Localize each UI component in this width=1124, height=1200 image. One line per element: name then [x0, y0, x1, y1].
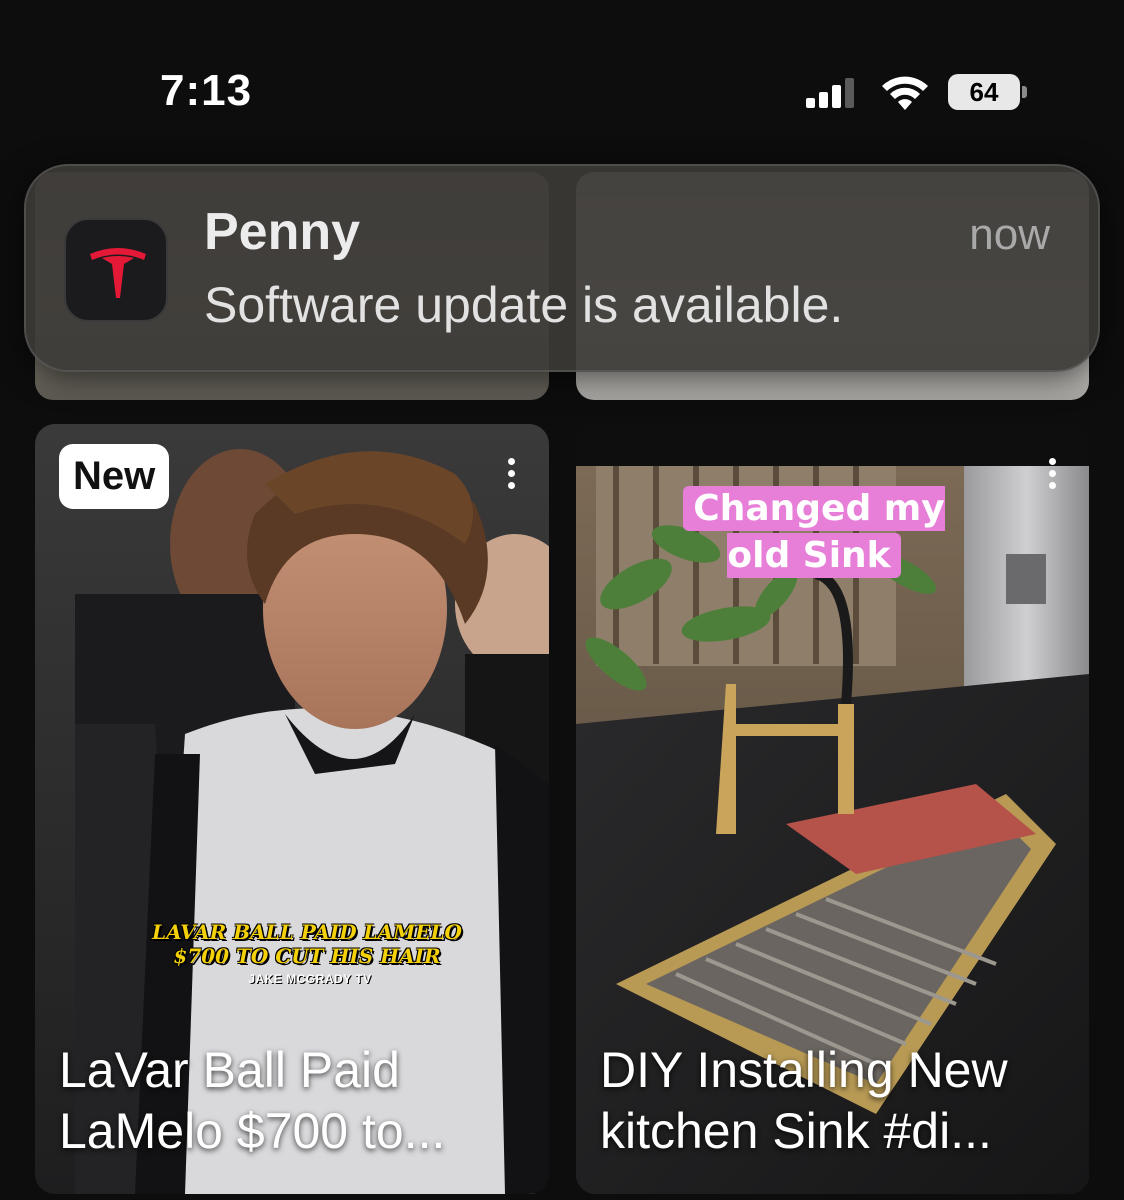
video-overlay-headline: LAVAR BALL PAID LAMELO $700 TO CUT HIS H…: [147, 920, 467, 968]
overlay-headline-line: $700 TO CUT HIS HAIR: [173, 944, 441, 968]
feed-card[interactable]: New LAVAR BALL PAID LAMELO $700 TO CUT H…: [35, 424, 549, 1194]
more-options-icon[interactable]: [1046, 454, 1058, 494]
wifi-icon: [882, 76, 928, 110]
notification-body: Software update is available.: [204, 277, 844, 333]
tesla-logo-icon: [64, 218, 168, 322]
overlay-label-text: Changed my old Sink: [683, 486, 945, 578]
more-options-icon[interactable]: [505, 454, 517, 494]
video-overlay-label: Changed my old Sink: [654, 486, 974, 580]
battery-icon: 64: [948, 74, 1020, 110]
battery-cap: [1022, 86, 1027, 98]
video-title[interactable]: LaVar Ball Paid LaMelo $700 to...: [59, 1040, 529, 1162]
feed-card[interactable]: Changed my old Sink DIY Installing New k…: [576, 424, 1089, 1194]
notification-banner[interactable]: Penny now Software update is available.: [24, 164, 1100, 372]
notification-time: now: [969, 210, 1050, 259]
notification-title: Penny: [204, 203, 361, 261]
status-time: 7:13: [160, 66, 253, 115]
video-overlay-credit: JAKE MCGRADY TV: [248, 972, 372, 986]
new-badge: New: [59, 444, 170, 509]
screen: 7:13 64 Penny now Software update is ava…: [0, 0, 1124, 1200]
video-title[interactable]: DIY Installing New kitchen Sink #di...: [600, 1040, 1070, 1162]
cellular-signal-icon: [806, 78, 858, 108]
overlay-headline-line: LAVAR BALL PAID LAMELO: [152, 920, 462, 944]
